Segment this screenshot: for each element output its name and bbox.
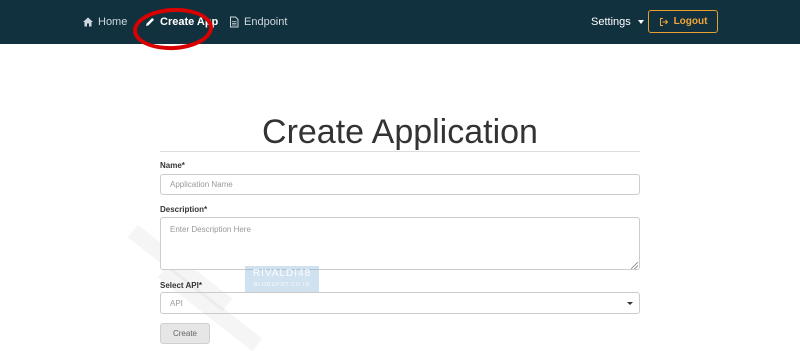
resize-handle-icon[interactable]	[631, 262, 638, 269]
api-select[interactable]: API	[160, 292, 640, 314]
application-name-input[interactable]	[160, 174, 640, 195]
logout-label: Logout	[673, 16, 708, 27]
select-api-label: Select API*	[160, 281, 202, 290]
nav-create-app[interactable]: Create App	[144, 0, 218, 44]
caret-down-icon	[637, 20, 644, 24]
watermark-logo: RIVALDI48 BLOGSPOT.CO.ID	[245, 266, 319, 292]
top-navbar: Home Create App Endpoint Settings Logout	[0, 0, 800, 44]
nav-home-label: Home	[98, 16, 128, 28]
description-textarea[interactable]	[160, 217, 640, 270]
create-button[interactable]: Create	[160, 323, 210, 344]
page-title: Create Application	[262, 113, 538, 151]
nav-endpoint[interactable]: Endpoint	[228, 0, 287, 44]
caret-down-icon	[627, 302, 633, 305]
settings-label: Settings	[591, 16, 631, 28]
nav-endpoint-label: Endpoint	[244, 16, 288, 28]
nav-home[interactable]: Home	[82, 0, 127, 44]
file-icon	[230, 16, 239, 28]
description-label: Description*	[160, 205, 208, 214]
name-label: Name*	[160, 161, 185, 170]
title-divider	[160, 151, 640, 152]
watermark-line2: BLOGSPOT.CO.ID	[253, 282, 311, 288]
logout-button[interactable]: Logout	[648, 10, 718, 33]
api-select-value: API	[170, 298, 183, 308]
nav-create-app-label: Create App	[160, 16, 219, 28]
pencil-icon	[146, 18, 154, 26]
home-icon	[83, 17, 93, 27]
sign-out-icon	[659, 17, 668, 26]
watermark-line1: RIVALDI48	[252, 268, 312, 279]
settings-dropdown[interactable]: Settings	[591, 0, 644, 44]
